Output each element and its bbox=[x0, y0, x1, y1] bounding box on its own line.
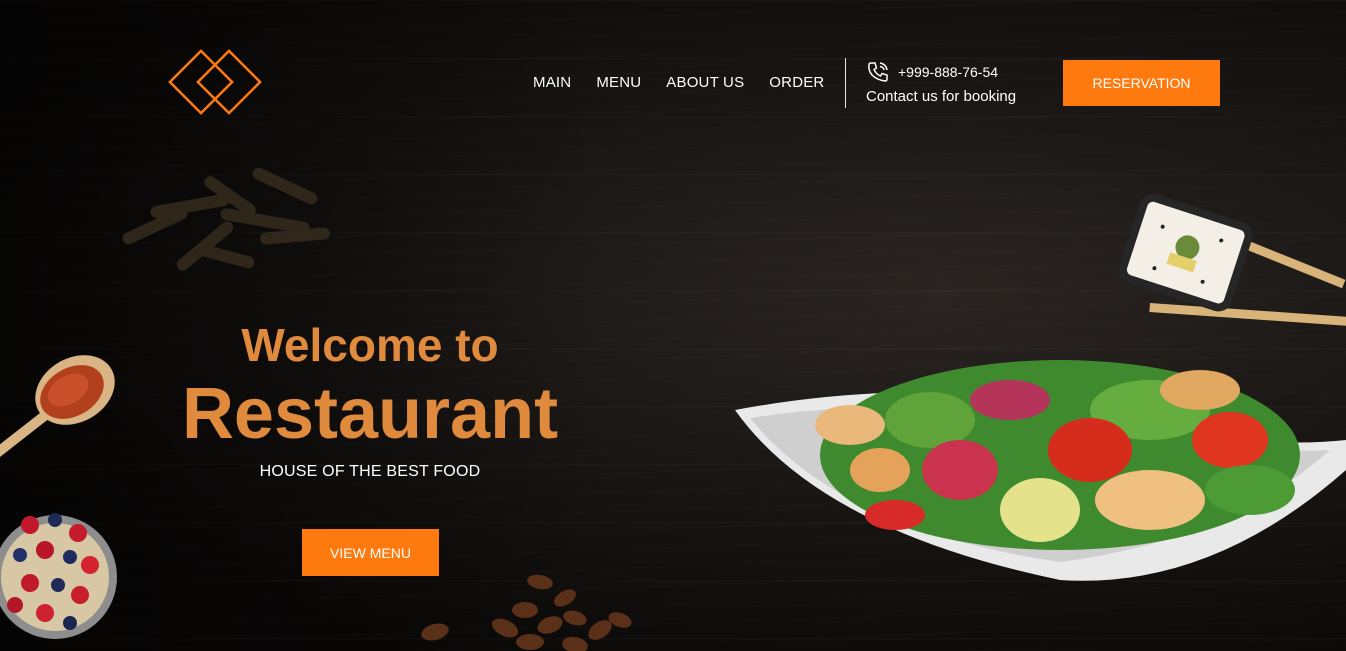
salad-plate-image bbox=[735, 360, 1346, 581]
phone-number[interactable]: +999-888-76-54 bbox=[898, 64, 998, 80]
main-nav: MAIN MENU ABOUT US ORDER bbox=[533, 74, 824, 91]
header-divider bbox=[845, 58, 846, 108]
fries-image bbox=[122, 167, 330, 271]
nav-item-about-us[interactable]: ABOUT US bbox=[666, 74, 744, 91]
berry-bowl-image bbox=[0, 513, 117, 639]
spice-spoon-image bbox=[0, 355, 115, 462]
reservation-button[interactable]: RESERVATION bbox=[1063, 60, 1220, 106]
booking-contact: +999-888-76-54 Contact us for booking bbox=[866, 60, 1016, 105]
nav-item-order[interactable]: ORDER bbox=[769, 74, 824, 91]
view-menu-button[interactable]: VIEW MENU bbox=[302, 529, 439, 576]
phone-icon bbox=[868, 62, 888, 82]
hero-tagline: HOUSE OF THE BEST FOOD bbox=[259, 463, 481, 481]
contact-subtitle: Contact us for booking bbox=[866, 88, 1017, 105]
hero-welcome: Welcome to bbox=[241, 319, 499, 371]
logo-icon[interactable] bbox=[162, 46, 268, 118]
nav-item-main[interactable]: MAIN bbox=[533, 74, 571, 91]
nav-item-menu[interactable]: MENU bbox=[596, 74, 641, 91]
hero-text: Welcome to Restaurant HOUSE OF THE BEST … bbox=[140, 320, 600, 481]
coffee-beans-image bbox=[421, 574, 632, 651]
sushi-chopsticks-image bbox=[1118, 193, 1346, 326]
hero-title: Restaurant bbox=[181, 373, 559, 454]
